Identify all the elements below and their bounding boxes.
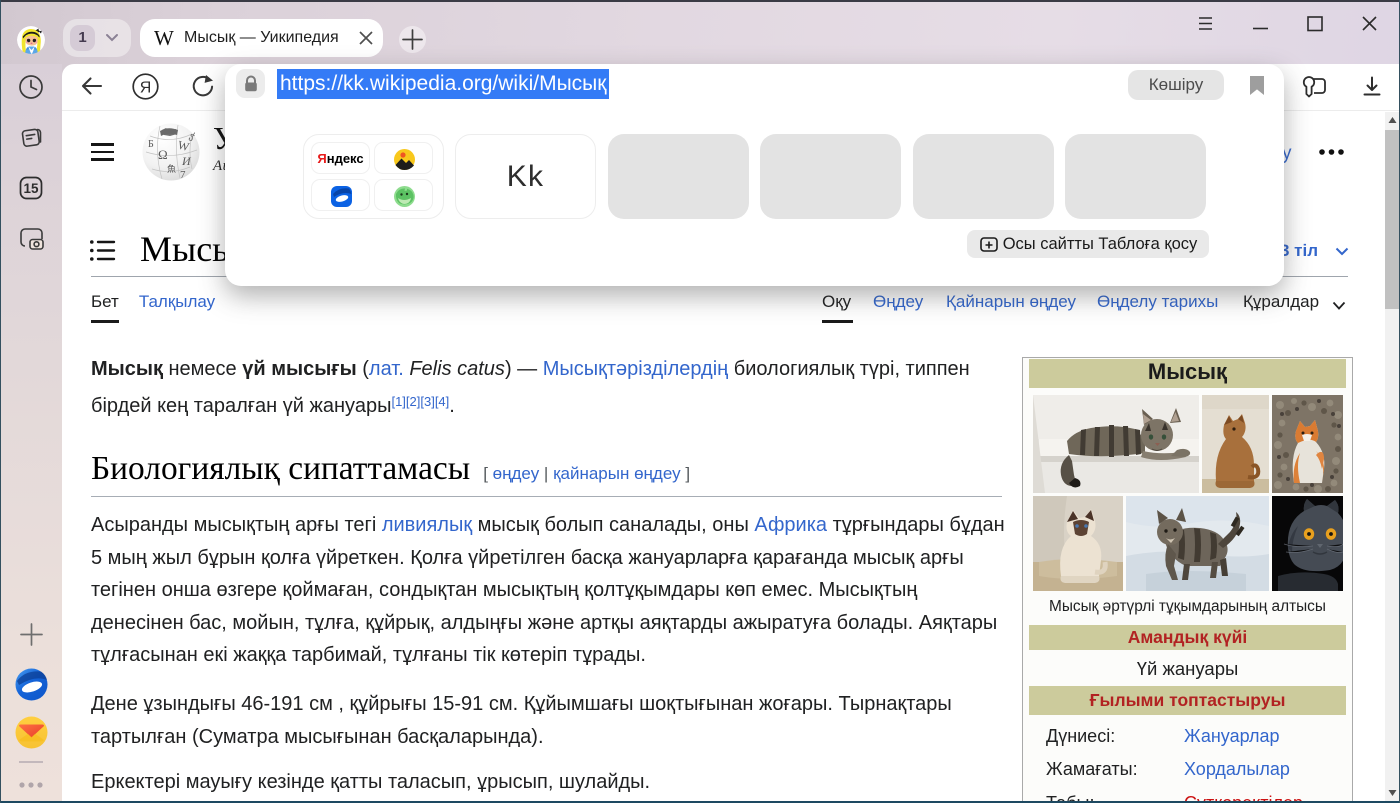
svg-text:7: 7 <box>180 169 186 181</box>
svg-text:Ω: Ω <box>158 147 168 162</box>
svg-text:И: И <box>181 154 192 168</box>
svg-text:魚: 魚 <box>167 163 176 174</box>
svg-text:15: 15 <box>23 181 39 196</box>
svg-text:Б: Б <box>148 139 154 150</box>
svg-text:Я: Я <box>140 80 152 97</box>
